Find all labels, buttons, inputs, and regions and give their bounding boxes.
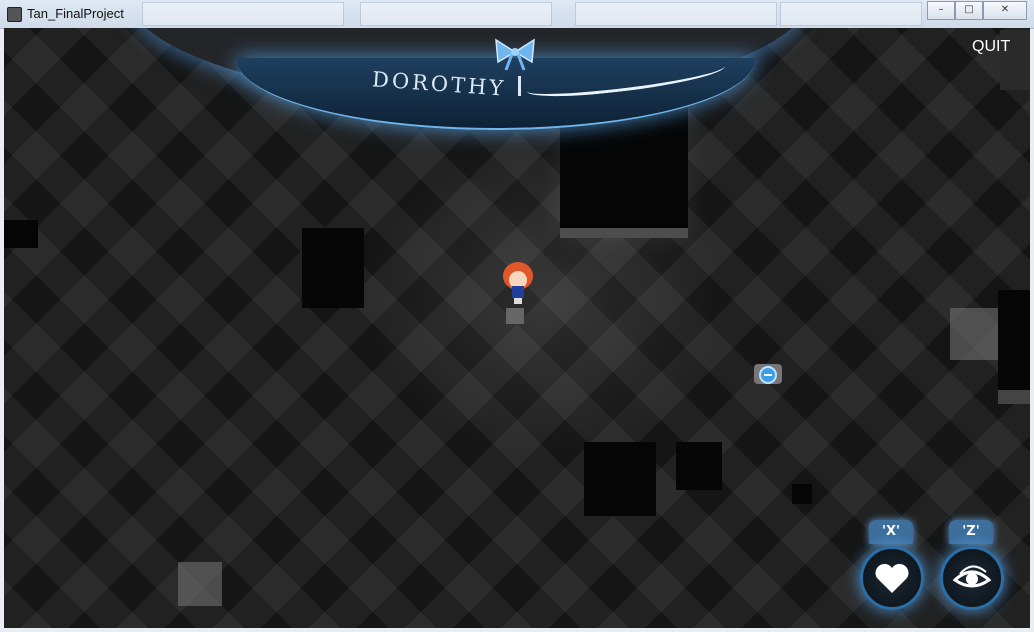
dark-block [302, 228, 364, 308]
window-title: Tan_FinalProject [27, 6, 124, 21]
maximize-button[interactable]: □ [955, 1, 983, 20]
grey-tile [178, 562, 222, 606]
title-bar[interactable]: Tan_FinalProject – □ ✕ [0, 0, 1034, 29]
game-canvas[interactable]: DOROTHY QUIT 'X' 'Z' [4, 28, 1030, 628]
background-window-ghost [360, 2, 552, 26]
background-window-ghost [142, 2, 344, 26]
close-button[interactable]: ✕ [983, 1, 1027, 20]
name-cursor-bar [518, 76, 521, 96]
quit-button[interactable]: QUIT [972, 38, 1010, 56]
heart-icon [875, 563, 909, 593]
app-icon [7, 7, 22, 22]
dark-block [4, 220, 38, 248]
dark-block [676, 442, 722, 490]
game-window: Tan_FinalProject – □ ✕ DOROTHY QUIT 'X' … [0, 0, 1034, 632]
minimize-button[interactable]: – [927, 1, 955, 20]
key-hint-z: 'Z' [949, 520, 993, 544]
heart-action-ring[interactable] [860, 546, 924, 610]
eye-icon [952, 565, 992, 588]
player-character-sprite [503, 262, 533, 324]
orb-pickup [754, 364, 782, 384]
key-hint-x: 'X' [869, 520, 913, 544]
dark-block [792, 484, 812, 504]
grey-tile [950, 308, 998, 360]
bow-icon [495, 38, 535, 71]
dark-block [998, 290, 1030, 404]
dark-block [584, 442, 656, 516]
background-window-ghost [575, 2, 777, 26]
heart-action-button[interactable]: 'X' [860, 520, 924, 628]
eye-action-button[interactable]: 'Z' [940, 520, 1004, 628]
eye-action-ring[interactable] [940, 546, 1004, 610]
background-window-ghost [780, 2, 922, 26]
